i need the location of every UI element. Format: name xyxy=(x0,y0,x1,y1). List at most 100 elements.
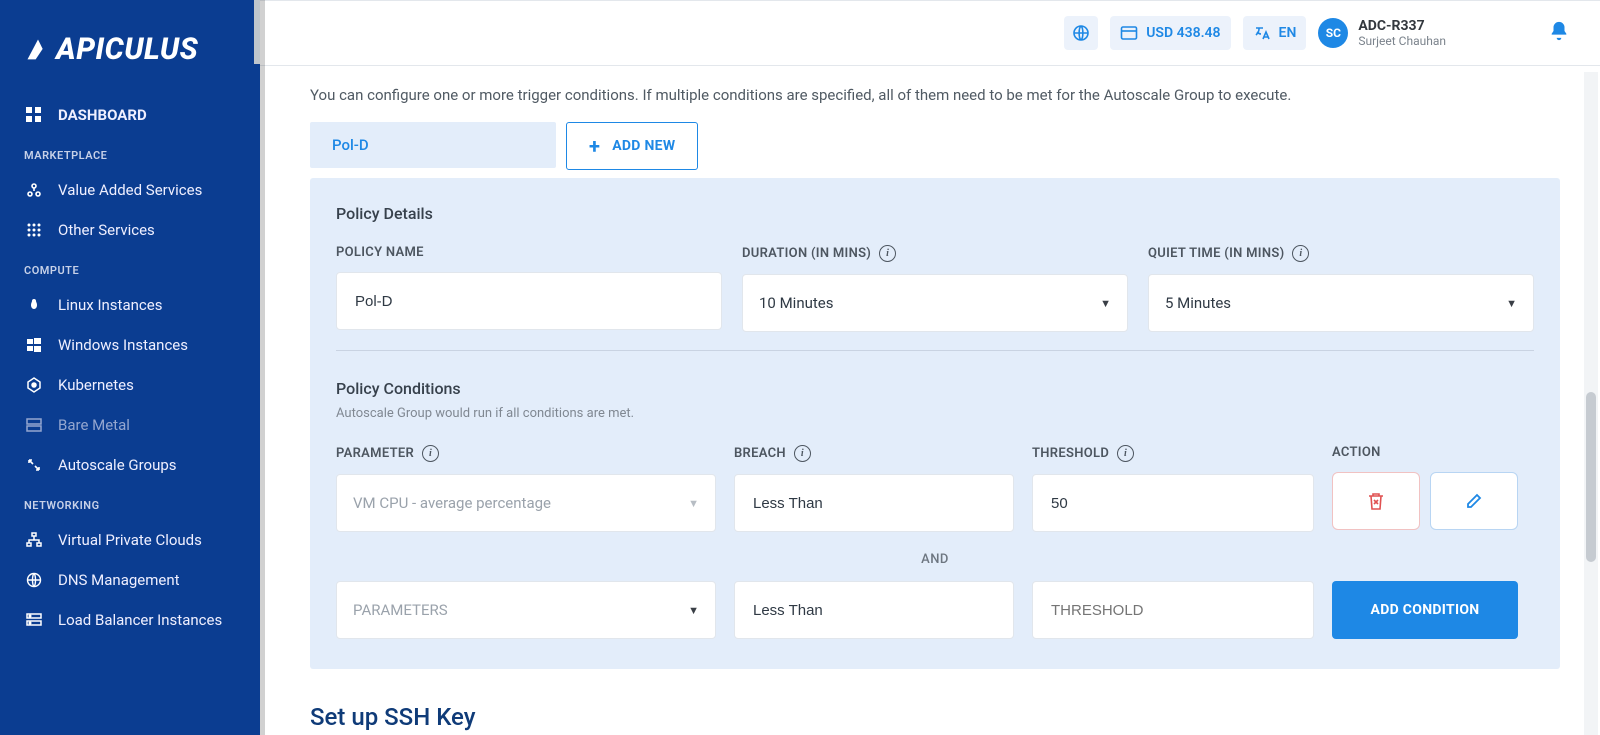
nav-dns[interactable]: DNS Management xyxy=(0,560,260,600)
plus-icon: + xyxy=(589,134,600,158)
parameter-value: VM CPU - average percentage xyxy=(353,494,551,512)
topbar: USD 438.48 EN SC ADC-R337 Surjeet Chauha… xyxy=(260,0,1600,66)
nav-vpc[interactable]: Virtual Private Clouds xyxy=(0,520,260,560)
nav-linux-instances[interactable]: Linux Instances xyxy=(0,285,260,325)
bell-icon xyxy=(1548,20,1570,42)
network-icon xyxy=(24,532,44,548)
threshold-field[interactable] xyxy=(1049,494,1297,513)
info-icon[interactable]: i xyxy=(422,445,439,462)
policy-name-input[interactable] xyxy=(336,272,722,330)
duration-value: 10 Minutes xyxy=(759,294,833,312)
label-text: BREACH xyxy=(734,446,786,461)
add-new-label: ADD NEW xyxy=(612,138,675,154)
translate-icon xyxy=(1253,24,1271,42)
add-condition-label: ADD CONDITION xyxy=(1371,602,1480,618)
panel-title-details: Policy Details xyxy=(336,204,1534,223)
duration-label: DURATION (IN MINS) i xyxy=(742,245,1128,262)
nav-load-balancer[interactable]: Load Balancer Instances xyxy=(0,600,260,640)
chevron-down-icon: ▼ xyxy=(1506,297,1517,310)
nav-bare-metal[interactable]: Bare Metal xyxy=(0,405,260,445)
col-parameter-label: PARAMETER i xyxy=(336,445,716,462)
delete-condition-button[interactable] xyxy=(1332,472,1420,530)
wallet-icon xyxy=(1120,25,1138,41)
services-icon xyxy=(24,182,44,198)
breach-input-1[interactable] xyxy=(734,474,1014,532)
quiet-time-label: QUIET TIME (IN MINS) i xyxy=(1148,245,1534,262)
and-separator: AND xyxy=(336,552,1534,567)
nav-label: Bare Metal xyxy=(58,416,130,434)
user-code: ADC-R337 xyxy=(1358,18,1446,34)
edit-condition-button[interactable] xyxy=(1430,472,1518,530)
chevron-down-icon: ▼ xyxy=(688,497,699,510)
page-scrollbar[interactable] xyxy=(1584,72,1598,735)
nav-label: Linux Instances xyxy=(58,296,162,314)
duration-select[interactable]: 10 Minutes ▼ xyxy=(742,274,1128,332)
add-new-button[interactable]: + ADD NEW xyxy=(566,122,698,170)
info-icon[interactable]: i xyxy=(879,245,896,262)
info-icon[interactable]: i xyxy=(794,445,811,462)
parameter-select-2[interactable]: PARAMETERS ▼ xyxy=(336,581,716,639)
conditions-subtext: Autoscale Group would run if all conditi… xyxy=(336,406,1534,421)
policy-name-field[interactable] xyxy=(353,292,705,311)
nav-label: Virtual Private Clouds xyxy=(58,531,202,549)
scrollbar-thumb[interactable] xyxy=(1586,392,1596,562)
parameter-select-1[interactable]: VM CPU - average percentage ▼ xyxy=(336,474,716,532)
policy-tab[interactable]: Pol-D xyxy=(310,122,556,168)
balance-pill[interactable]: USD 438.48 xyxy=(1110,16,1230,50)
content-area: You can configure one or more trigger co… xyxy=(260,66,1600,735)
trash-icon xyxy=(1367,491,1385,511)
ssh-section-title: Set up SSH Key xyxy=(310,703,1560,731)
breach-field[interactable] xyxy=(751,494,997,513)
load-balancer-icon xyxy=(24,613,44,627)
sidebar: APICULUS DASHBOARD MARKETPLACE Value Add… xyxy=(0,0,260,735)
col-action-label: ACTION xyxy=(1332,445,1518,460)
nav-other-services[interactable]: Other Services xyxy=(0,210,260,250)
panel-title-conditions: Policy Conditions xyxy=(336,379,1534,398)
dashboard-icon xyxy=(24,107,44,123)
kubernetes-icon xyxy=(24,377,44,393)
nav-label: DASHBOARD xyxy=(58,106,147,124)
brand-name: APICULUS xyxy=(56,32,198,67)
page-description: You can configure one or more trigger co… xyxy=(310,86,1560,104)
info-icon[interactable]: i xyxy=(1292,245,1309,262)
nav-label: Kubernetes xyxy=(58,376,134,394)
quiet-time-select[interactable]: 5 Minutes ▼ xyxy=(1148,274,1534,332)
label-text: THRESHOLD xyxy=(1032,446,1109,461)
globe-button[interactable] xyxy=(1064,16,1098,50)
breach-input-2[interactable] xyxy=(734,581,1014,639)
nav-label: Autoscale Groups xyxy=(58,456,177,474)
brand-logo[interactable]: APICULUS xyxy=(0,14,260,95)
autoscale-icon xyxy=(24,457,44,473)
nav-label: DNS Management xyxy=(58,571,180,589)
label-text: QUIET TIME (IN MINS) xyxy=(1148,246,1284,261)
policy-tab-label: Pol-D xyxy=(332,136,369,154)
user-menu[interactable]: SC ADC-R337 Surjeet Chauhan xyxy=(1318,18,1446,48)
server-icon xyxy=(24,418,44,432)
nav-kubernetes[interactable]: Kubernetes xyxy=(0,365,260,405)
language-pill[interactable]: EN xyxy=(1243,16,1307,50)
threshold-field[interactable] xyxy=(1049,601,1297,620)
nav-dashboard[interactable]: DASHBOARD xyxy=(0,95,260,135)
sidebar-scroll-thumb[interactable] xyxy=(254,0,260,64)
label-text: POLICY NAME xyxy=(336,245,424,260)
breach-field[interactable] xyxy=(751,601,997,620)
language-text: EN xyxy=(1279,25,1297,41)
notifications-button[interactable] xyxy=(1548,20,1570,46)
nav-windows-instances[interactable]: Windows Instances xyxy=(0,325,260,365)
grid-icon xyxy=(24,223,44,237)
add-condition-button[interactable]: ADD CONDITION xyxy=(1332,581,1518,639)
policy-name-label: POLICY NAME xyxy=(336,245,722,260)
nav-value-added-services[interactable]: Value Added Services xyxy=(0,170,260,210)
avatar-initials: SC xyxy=(1326,26,1341,40)
nav-section-compute: COMPUTE xyxy=(0,250,260,285)
info-icon[interactable]: i xyxy=(1117,445,1134,462)
threshold-input-1[interactable] xyxy=(1032,474,1314,532)
user-name: Surjeet Chauhan xyxy=(1358,34,1446,48)
threshold-input-2[interactable] xyxy=(1032,581,1314,639)
chevron-down-icon: ▼ xyxy=(688,604,699,617)
policy-panel: Policy Details POLICY NAME DURATION (IN … xyxy=(310,178,1560,669)
col-breach-label: BREACH i xyxy=(734,445,1014,462)
nav-label: Value Added Services xyxy=(58,181,202,199)
nav-autoscale-groups[interactable]: Autoscale Groups xyxy=(0,445,260,485)
globe-icon xyxy=(1072,24,1090,42)
